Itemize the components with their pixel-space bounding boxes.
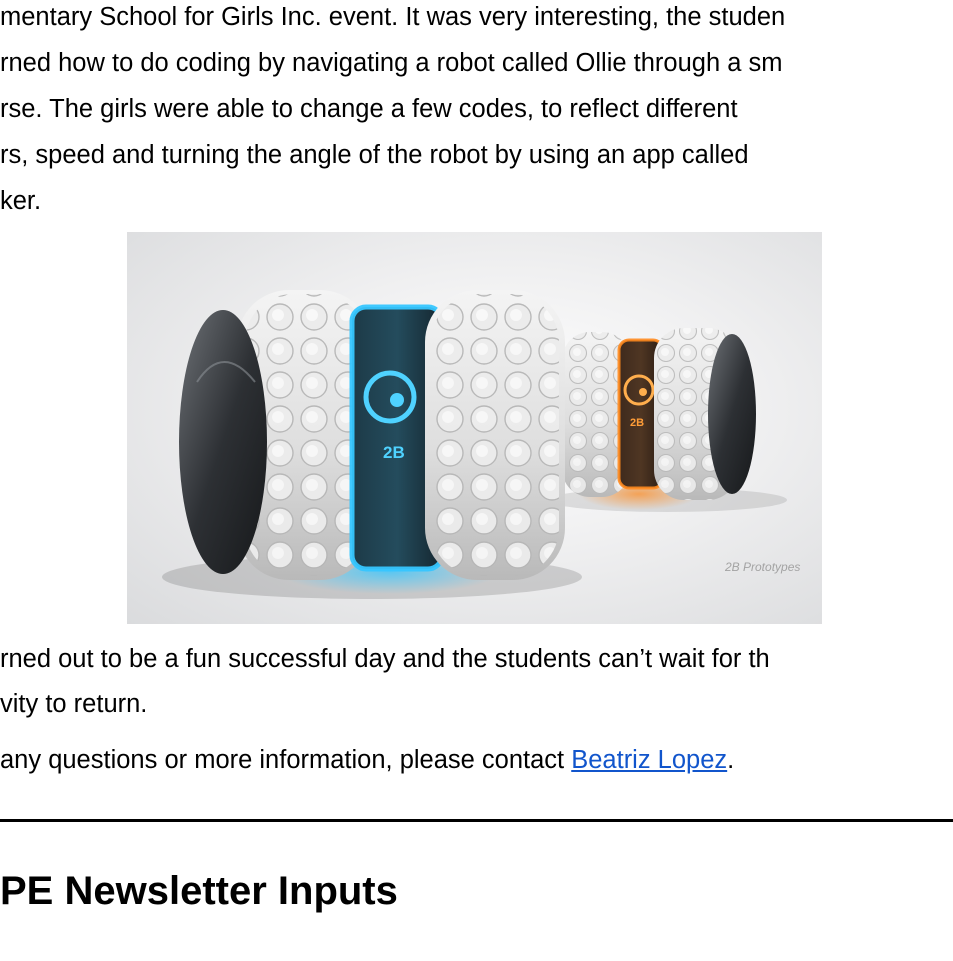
section-heading: PE Newsletter Inputs <box>0 869 398 913</box>
contact-suffix: . <box>727 746 735 774</box>
paragraph-line: rned out to be a fun successful day and … <box>0 645 770 673</box>
section-divider <box>0 819 953 822</box>
small-robot-label: 2B <box>630 417 644 429</box>
paragraph-line: vity to return. <box>0 690 148 718</box>
contact-link[interactable]: Beatriz Lopez <box>571 746 727 774</box>
paragraph-line: rse. The girls were able to change a few… <box>0 95 738 123</box>
large-robot-label: 2B <box>383 443 405 462</box>
large-robot: 2B <box>179 290 565 594</box>
paragraph-line: rned how to do coding by navigating a ro… <box>0 49 783 77</box>
contact-prefix: any questions or more information, pleas… <box>0 746 572 774</box>
contact-line: any questions or more information, pleas… <box>0 745 734 775</box>
small-robot: 2B <box>562 328 756 510</box>
paragraph-line: mentary School for Girls Inc. event. It … <box>0 3 786 31</box>
photo-watermark: 2B Prototypes <box>724 560 800 574</box>
paragraph-line: rs, speed and turning the angle of the r… <box>0 141 749 169</box>
paragraph-line: ker. <box>0 187 42 215</box>
ollie-robot-photo: 2B 2B 2B Prototypes <box>127 232 822 624</box>
